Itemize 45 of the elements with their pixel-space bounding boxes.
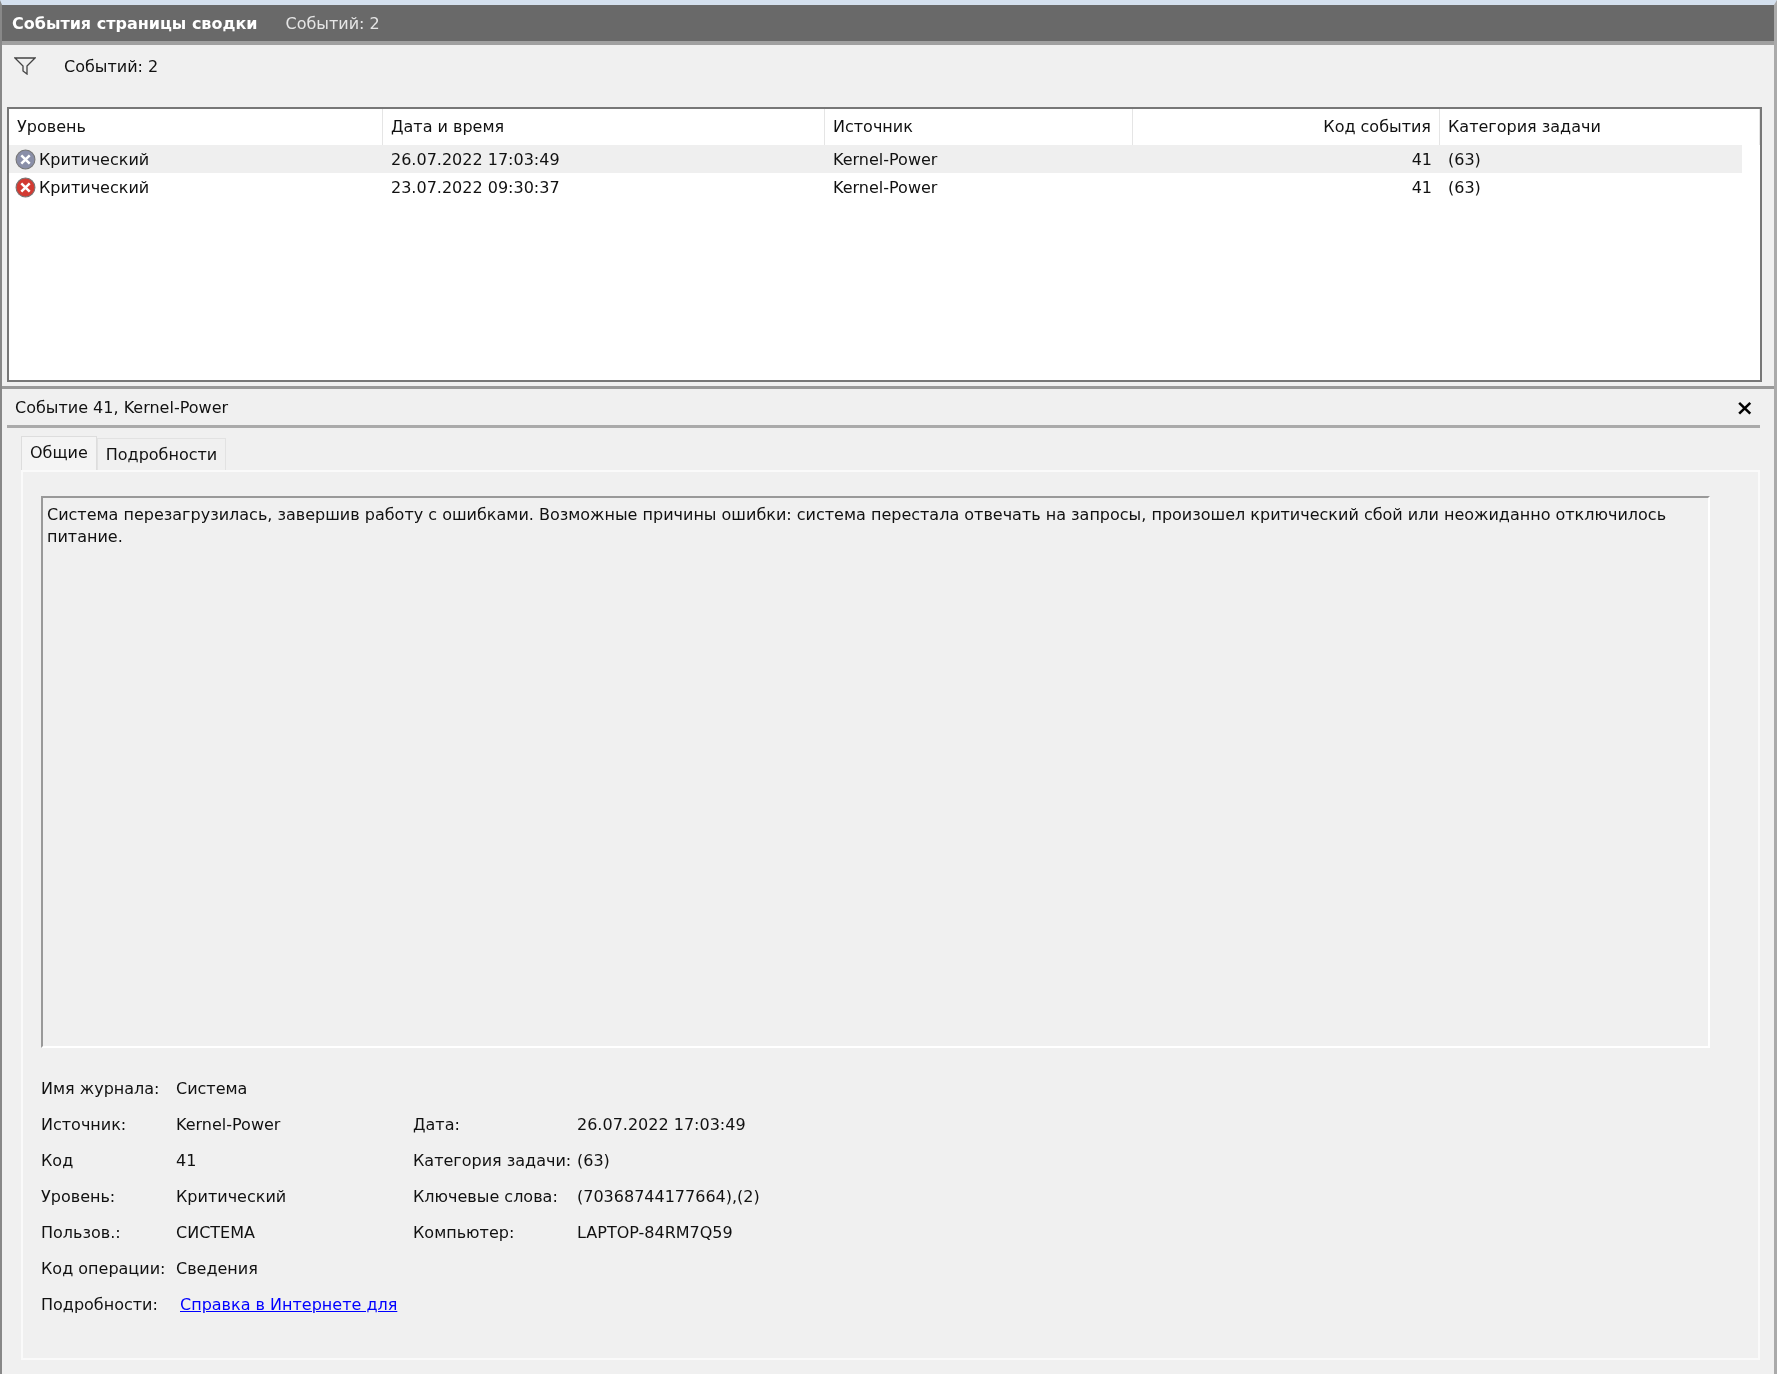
field-label: Имя журнала: [41, 1078, 161, 1098]
field-value: Критический [176, 1186, 288, 1206]
field-label: Пользов.: [41, 1222, 122, 1242]
event-count: Событий: 2 [285, 13, 380, 33]
tab[interactable]: Подробности [96, 438, 227, 470]
event-row[interactable]: Критический 23.07.2022 09:30:37 Kernel-Power 41 (63) [9, 173, 1742, 201]
field-value: (70368744177664),(2) [577, 1186, 760, 1206]
field-value: Система [176, 1078, 249, 1098]
field-label: Дата: [413, 1114, 461, 1134]
field-value: (63) [577, 1150, 610, 1170]
table-cell: 26.07.2022 17:03:49 [391, 149, 560, 169]
table-cell: 41 [1411, 149, 1432, 169]
error-icon [15, 176, 36, 198]
panel-title: События страницы сводки [12, 13, 258, 33]
table-cell: 23.07.2022 09:30:37 [391, 177, 560, 197]
field-value: 26.07.2022 17:03:49 [577, 1114, 746, 1134]
field-value: СИСТЕМА [176, 1222, 256, 1242]
table-cell: Kernel-Power [833, 177, 938, 197]
field-label: Источник: [41, 1114, 128, 1134]
field-value: 41 [176, 1150, 198, 1170]
help-link[interactable]: Справка в Интернете для [176, 1294, 398, 1314]
filter-icon[interactable] [14, 57, 36, 75]
field-label: Код операции: [41, 1258, 167, 1278]
event-count: Событий: 2 [64, 57, 159, 76]
table-cell: 41 [1411, 177, 1432, 197]
field-label: Компьютер: [413, 1222, 516, 1242]
description-text: Система перезагрузилась, завершив работу с ошибками. Возможные причины ошибки: система перестала отвечать на запросы, произошел критический сбой или неожиданно отключилось питание. [47, 505, 1667, 546]
error-icon [15, 148, 36, 170]
field-value: LAPTOP-84RM7Q59 [577, 1222, 733, 1242]
table-cell: Критический [39, 177, 150, 197]
table-cell: (63) [1448, 149, 1481, 169]
field-value: Kernel-Power [176, 1114, 282, 1134]
table-cell: Kernel-Power [833, 149, 938, 169]
field-value: Сведения [176, 1258, 259, 1278]
field-label: Код [41, 1150, 75, 1170]
field-label: Подробности: [41, 1294, 159, 1314]
field-label: Уровень: [41, 1186, 117, 1206]
event-title: Событие 41, Kernel-Power [15, 397, 229, 417]
close-button[interactable]: × [1729, 394, 1760, 420]
table-cell: Критический [39, 149, 150, 169]
field-label: Категория задачи: [413, 1150, 573, 1170]
table-cell: (63) [1448, 177, 1481, 197]
event-row[interactable]: Критический 26.07.2022 17:03:49 Kernel-Power 41 (63) [9, 145, 1742, 173]
field-label: Ключевые слова: [413, 1186, 559, 1206]
tab[interactable]: Общие [21, 436, 97, 470]
